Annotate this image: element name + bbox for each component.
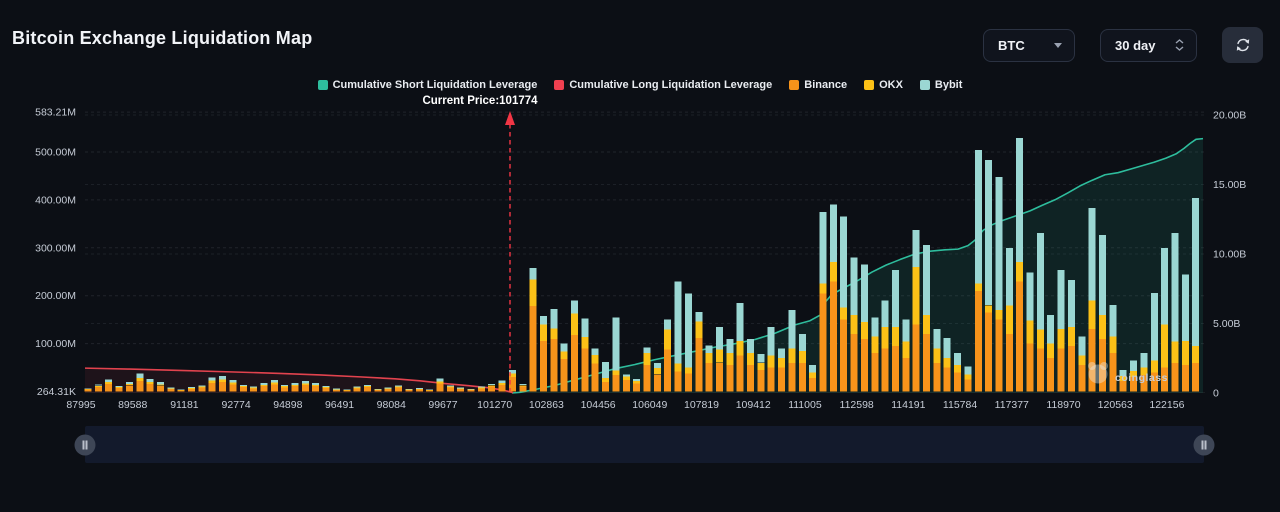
svg-text:106049: 106049 xyxy=(632,399,667,411)
svg-text:264.31K: 264.31K xyxy=(37,386,76,398)
svg-text:200.00M: 200.00M xyxy=(35,290,76,302)
svg-text:107819: 107819 xyxy=(684,399,719,411)
y-axis-right-labels: 20.00B 15.00B 10.00B 5.00B 0 xyxy=(1213,110,1246,400)
svg-text:0: 0 xyxy=(1213,388,1219,400)
svg-text:20.00B: 20.00B xyxy=(1213,110,1246,122)
drag-grip-icon xyxy=(83,440,88,449)
chart-range-navigator[interactable] xyxy=(85,426,1204,463)
svg-text:98084: 98084 xyxy=(377,399,406,411)
svg-text:15.00B: 15.00B xyxy=(1213,179,1246,191)
svg-text:102863: 102863 xyxy=(529,399,564,411)
svg-text:583.21M: 583.21M xyxy=(35,107,76,119)
svg-text:92774: 92774 xyxy=(222,399,251,411)
svg-text:300.00M: 300.00M xyxy=(35,242,76,254)
svg-text:117377: 117377 xyxy=(995,399,1029,411)
svg-text:94898: 94898 xyxy=(273,399,302,411)
liquidation-map-page: Bitcoin Exchange Liquidation Map BTC 30 … xyxy=(0,0,1280,512)
svg-text:5.00B: 5.00B xyxy=(1213,318,1240,330)
svg-text:112598: 112598 xyxy=(840,399,874,411)
navigator-right-handle[interactable] xyxy=(1194,434,1215,455)
navigator-left-handle[interactable] xyxy=(75,434,96,455)
svg-text:122156: 122156 xyxy=(1149,399,1184,411)
svg-text:500.00M: 500.00M xyxy=(35,147,76,159)
svg-text:109412: 109412 xyxy=(736,399,771,411)
svg-text:400.00M: 400.00M xyxy=(35,194,76,206)
current-price-marker xyxy=(505,111,515,391)
svg-text:coinglass: coinglass xyxy=(1115,372,1168,384)
svg-text:115784: 115784 xyxy=(943,399,977,411)
svg-text:89588: 89588 xyxy=(118,399,147,411)
svg-text:101270: 101270 xyxy=(477,399,512,411)
svg-text:10.00B: 10.00B xyxy=(1213,249,1246,261)
svg-text:87995: 87995 xyxy=(66,399,95,411)
svg-text:91181: 91181 xyxy=(170,399,199,411)
svg-text:111005: 111005 xyxy=(788,399,822,411)
svg-text:96491: 96491 xyxy=(325,399,354,411)
svg-text:99677: 99677 xyxy=(428,399,457,411)
drag-grip-icon xyxy=(1202,440,1207,449)
y-axis-left-labels: 583.21M 500.00M 400.00M 300.00M 200.00M 100.0… xyxy=(35,107,76,398)
svg-text:114191: 114191 xyxy=(891,399,925,411)
svg-text:118970: 118970 xyxy=(1046,399,1080,411)
svg-text:100.00M: 100.00M xyxy=(35,338,76,350)
svg-text:104456: 104456 xyxy=(581,399,616,411)
svg-text:120563: 120563 xyxy=(1098,399,1133,411)
x-axis-labels: 87995 89588 91181 92774 94898 96491 98084 99677… xyxy=(66,399,1184,411)
